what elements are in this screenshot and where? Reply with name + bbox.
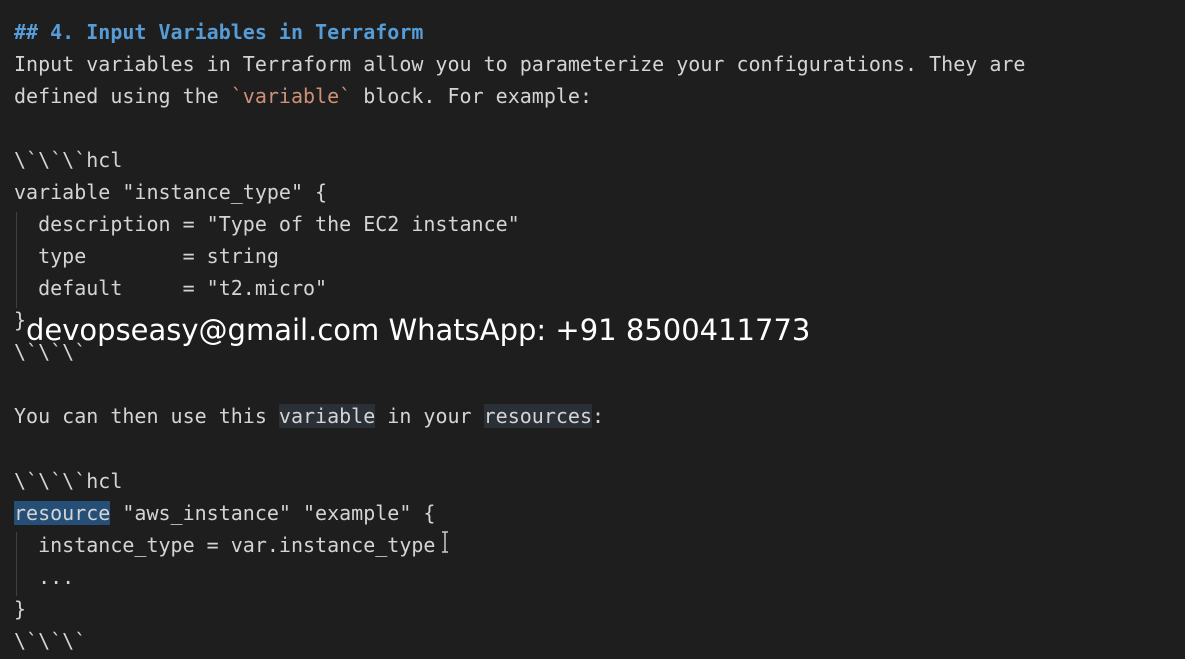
code-line: ... [14, 565, 75, 589]
text-span: You can then use this [14, 404, 279, 428]
paragraph-line: Input variables in Terraform allow you t… [14, 52, 1026, 76]
inline-code: `variable` [230, 84, 352, 108]
section-heading: ## 4. Input Variables in Terraform [14, 20, 424, 44]
code-fence-close: \`\`\` [14, 629, 87, 653]
text-span: defined using the [14, 84, 231, 108]
text-cursor-icon [442, 531, 448, 553]
code-line: resource "aws_instance" "example" { [14, 497, 435, 529]
text-span: block. For example: [351, 84, 592, 108]
code-line: default = "t2.micro" [14, 276, 328, 300]
code-line: } [14, 597, 27, 621]
paragraph-line: You can then use this variable in your r… [14, 400, 604, 432]
word-highlight: resources [483, 404, 592, 428]
code-line: variable "instance_type" { [14, 180, 328, 204]
code-line: } [14, 308, 27, 332]
markdown-editor[interactable]: ## 4. Input Variables in Terraform Input… [0, 0, 1185, 659]
code-line: type = string [14, 244, 279, 268]
word-highlight: variable [278, 404, 376, 428]
code-line: instance_type = var.instance_type [14, 533, 436, 557]
paragraph-line: defined using the `variable` block. For … [14, 80, 592, 112]
text-span: "aws_instance" "example" { [110, 501, 436, 525]
code-fence-open: \`\`\`hcl [14, 469, 123, 493]
code-fence-open: \`\`\`hcl [14, 148, 123, 172]
selected-text: resource [14, 501, 111, 525]
watermark-overlay: devopseasy@gmail.com WhatsApp: +91 85004… [26, 313, 811, 347]
text-span: : [591, 404, 605, 428]
code-line: description = "Type of the EC2 instance" [14, 212, 520, 236]
text-span: in your [375, 404, 484, 428]
